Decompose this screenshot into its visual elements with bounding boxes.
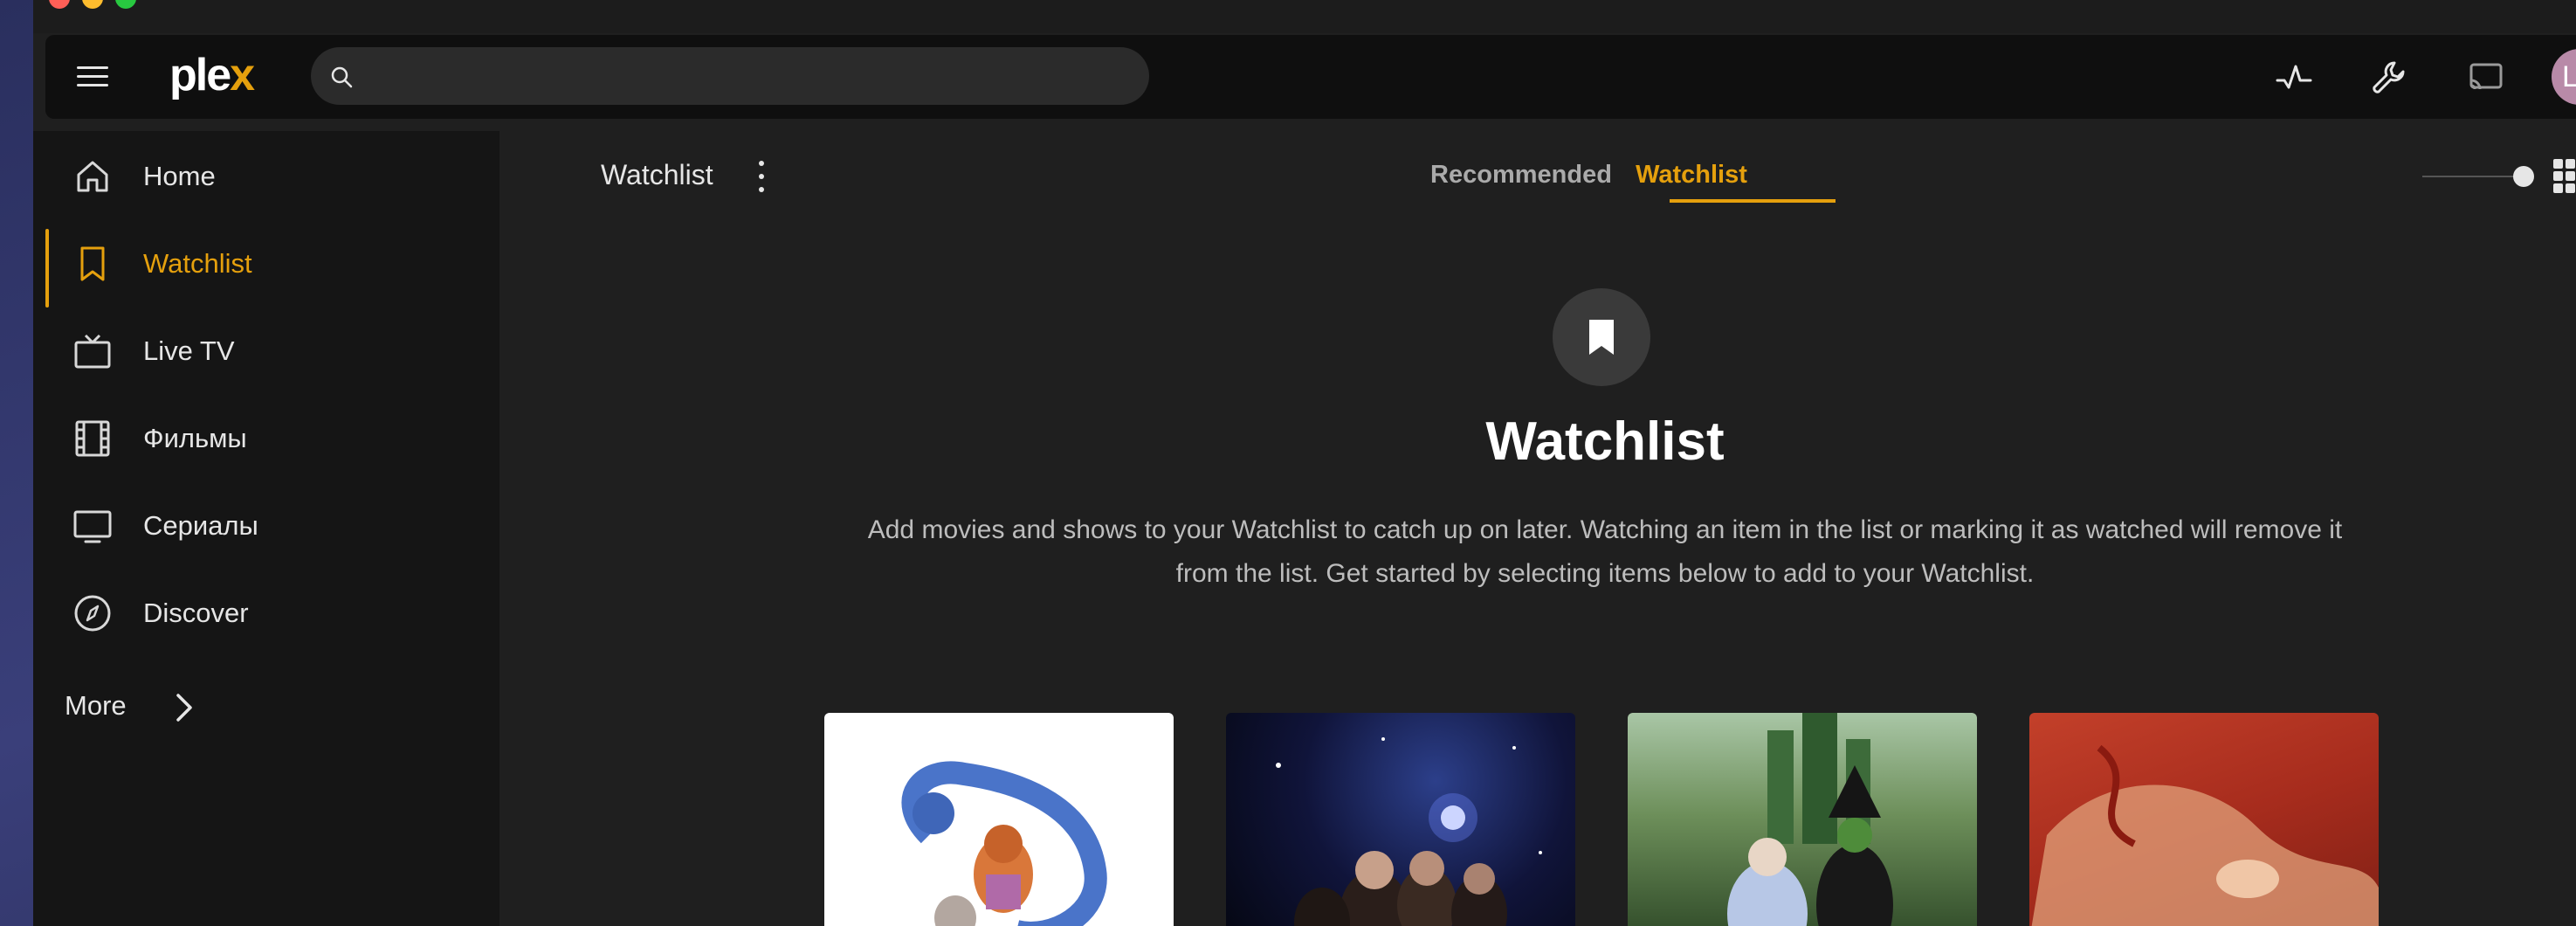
window-close-button[interactable] bbox=[49, 0, 70, 9]
sidebar-item-movies[interactable]: Фильмы bbox=[33, 404, 499, 473]
sidebar-item-discover[interactable]: Discover bbox=[33, 578, 499, 648]
slider-knob[interactable] bbox=[2513, 166, 2534, 187]
sidebar-item-label: Фильмы bbox=[143, 423, 247, 453]
grid-view-icon[interactable] bbox=[2552, 157, 2576, 196]
slider-track bbox=[2422, 176, 2527, 177]
empty-state-title: Watchlist bbox=[1485, 411, 1725, 472]
compass-icon bbox=[74, 595, 111, 632]
sidebar-item-label: Сериалы bbox=[143, 510, 258, 541]
poster-size-slider[interactable] bbox=[2422, 166, 2536, 187]
tab-recommended[interactable]: Recommended bbox=[1416, 161, 1626, 190]
main-content: Watchlist Recommended Watchlist Watchlis… bbox=[499, 131, 2576, 926]
sidebar-item-live-tv[interactable]: Live TV bbox=[33, 316, 499, 386]
wrench-settings-icon[interactable] bbox=[2368, 58, 2408, 98]
plex-logo[interactable]: plex bbox=[169, 49, 255, 101]
sidebar-item-label: Live TV bbox=[143, 335, 235, 366]
more-options-icon[interactable] bbox=[753, 157, 770, 196]
empty-state-description: Add movies and shows to your Watchlist t… bbox=[867, 515, 2343, 588]
logo-accent: x bbox=[230, 50, 255, 100]
film-icon bbox=[75, 420, 110, 457]
window-maximize-button[interactable] bbox=[115, 0, 136, 9]
sidebar: Home Watchlist Live TV Фильмы Сериалы Di… bbox=[33, 131, 499, 926]
tab-watchlist[interactable]: Watchlist bbox=[1608, 161, 1774, 190]
chevron-right-icon bbox=[176, 694, 192, 722]
poster-card[interactable] bbox=[2029, 713, 2379, 926]
tv-icon bbox=[74, 334, 111, 369]
sidebar-item-label: Discover bbox=[143, 598, 249, 628]
search-icon bbox=[331, 66, 353, 88]
poster-card[interactable] bbox=[1226, 713, 1575, 926]
sidebar-item-label: Watchlist bbox=[143, 248, 252, 279]
monitor-icon bbox=[73, 510, 112, 543]
cast-icon[interactable] bbox=[2466, 58, 2506, 98]
activity-icon[interactable] bbox=[2274, 58, 2314, 98]
page-title: Watchlist bbox=[601, 159, 713, 190]
poster-card[interactable] bbox=[824, 713, 1174, 926]
hamburger-menu-icon[interactable] bbox=[73, 61, 112, 93]
window-titlebar bbox=[33, 0, 2576, 33]
sidebar-item-watchlist[interactable]: Watchlist bbox=[33, 229, 499, 308]
active-indicator bbox=[45, 229, 49, 308]
sidebar-item-home[interactable]: Home bbox=[33, 142, 499, 211]
search-bar[interactable] bbox=[311, 47, 1149, 105]
bookmark-icon bbox=[80, 246, 105, 281]
sidebar-more-button[interactable]: More bbox=[65, 681, 239, 734]
home-icon bbox=[77, 161, 108, 192]
poster-card[interactable] bbox=[1628, 713, 1977, 926]
top-navigation-bar: plex L bbox=[45, 35, 2576, 119]
sidebar-item-label: Home bbox=[143, 161, 216, 191]
window-minimize-button[interactable] bbox=[82, 0, 103, 9]
search-input[interactable] bbox=[367, 56, 1130, 98]
user-avatar[interactable]: L bbox=[2552, 49, 2576, 105]
active-tab-underline bbox=[1670, 199, 1836, 203]
more-label: More bbox=[65, 690, 127, 721]
logo-text: ple bbox=[169, 50, 231, 100]
sidebar-item-series[interactable]: Сериалы bbox=[33, 491, 499, 561]
empty-state-bookmark-icon bbox=[1553, 288, 1650, 386]
plex-window: plex L Home Watchlist Live TV Фильмы Сер… bbox=[33, 0, 2576, 926]
